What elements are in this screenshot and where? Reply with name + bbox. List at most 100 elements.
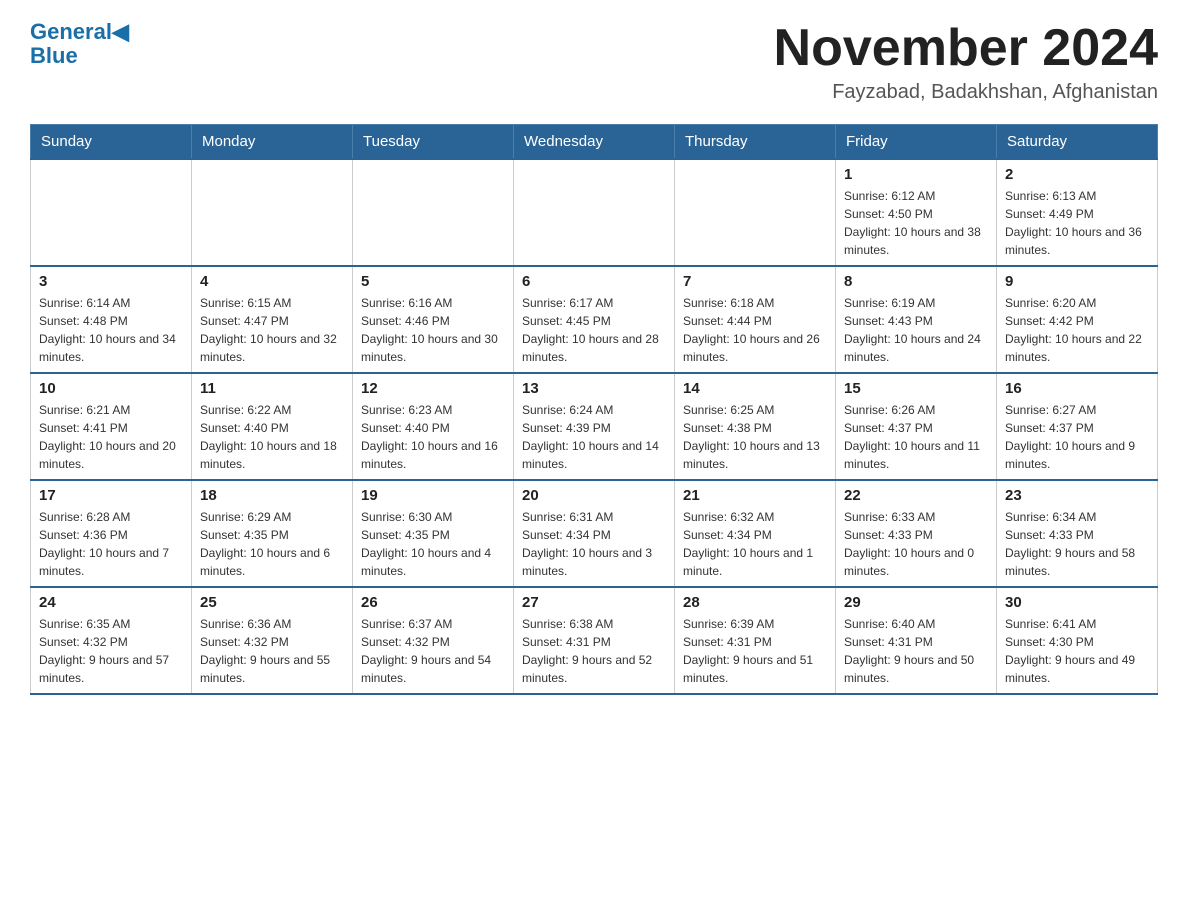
- day-info: Sunrise: 6:25 AMSunset: 4:38 PMDaylight:…: [683, 401, 827, 473]
- calendar-cell: 19 Sunrise: 6:30 AMSunset: 4:35 PMDayligh…: [353, 480, 514, 587]
- calendar-cell: 21 Sunrise: 6:32 AMSunset: 4:34 PMDayligh…: [675, 480, 836, 587]
- header-thursday: Thursday: [675, 125, 836, 160]
- day-number: 11: [200, 380, 344, 397]
- header-friday: Friday: [836, 125, 997, 160]
- calendar-cell: 8 Sunrise: 6:19 AMSunset: 4:43 PMDaylight…: [836, 266, 997, 373]
- title-block: November 2024 Fayzabad, Badakhshan, Afgh…: [774, 20, 1158, 104]
- header-monday: Monday: [192, 125, 353, 160]
- day-info: Sunrise: 6:15 AMSunset: 4:47 PMDaylight:…: [200, 294, 344, 366]
- day-number: 20: [522, 487, 666, 504]
- calendar-cell: [353, 159, 514, 266]
- day-number: 16: [1005, 380, 1149, 397]
- day-info: Sunrise: 6:30 AMSunset: 4:35 PMDaylight:…: [361, 508, 505, 580]
- day-info: Sunrise: 6:16 AMSunset: 4:46 PMDaylight:…: [361, 294, 505, 366]
- day-info: Sunrise: 6:33 AMSunset: 4:33 PMDaylight:…: [844, 508, 988, 580]
- day-info: Sunrise: 6:20 AMSunset: 4:42 PMDaylight:…: [1005, 294, 1149, 366]
- calendar-cell: 25 Sunrise: 6:36 AMSunset: 4:32 PMDayligh…: [192, 587, 353, 694]
- day-info: Sunrise: 6:40 AMSunset: 4:31 PMDaylight:…: [844, 615, 988, 687]
- day-number: 24: [39, 594, 183, 611]
- logo-blue: Blue: [30, 44, 78, 68]
- day-info: Sunrise: 6:38 AMSunset: 4:31 PMDaylight:…: [522, 615, 666, 687]
- calendar-cell: 23Sunrise: 6:34 AMSunset: 4:33 PMDayligh…: [997, 480, 1158, 587]
- day-number: 21: [683, 487, 827, 504]
- calendar-title: November 2024: [774, 20, 1158, 77]
- week-row-3: 10 Sunrise: 6:21 AMSunset: 4:41 PMDayligh…: [31, 373, 1158, 480]
- day-info: Sunrise: 6:22 AMSunset: 4:40 PMDaylight:…: [200, 401, 344, 473]
- day-number: 27: [522, 594, 666, 611]
- day-info: Sunrise: 6:32 AMSunset: 4:34 PMDaylight:…: [683, 508, 827, 580]
- calendar-cell: 18Sunrise: 6:29 AMSunset: 4:35 PMDayligh…: [192, 480, 353, 587]
- day-info: Sunrise: 6:12 AMSunset: 4:50 PMDaylight:…: [844, 187, 988, 259]
- day-info: Sunrise: 6:37 AMSunset: 4:32 PMDaylight:…: [361, 615, 505, 687]
- logo-general: General: [30, 19, 112, 44]
- week-row-5: 24 Sunrise: 6:35 AMSunset: 4:32 PMDayligh…: [31, 587, 1158, 694]
- header-tuesday: Tuesday: [353, 125, 514, 160]
- calendar-cell: 9 Sunrise: 6:20 AMSunset: 4:42 PMDaylight…: [997, 266, 1158, 373]
- day-number: 3: [39, 273, 183, 290]
- day-info: Sunrise: 6:36 AMSunset: 4:32 PMDaylight:…: [200, 615, 344, 687]
- calendar-cell: 4 Sunrise: 6:15 AMSunset: 4:47 PMDaylight…: [192, 266, 353, 373]
- day-number: 14: [683, 380, 827, 397]
- weekday-header-row: Sunday Monday Tuesday Wednesday Thursday…: [31, 125, 1158, 160]
- day-number: 2: [1005, 166, 1149, 183]
- day-number: 22: [844, 487, 988, 504]
- day-number: 25: [200, 594, 344, 611]
- day-number: 28: [683, 594, 827, 611]
- calendar-cell: 7 Sunrise: 6:18 AMSunset: 4:44 PMDaylight…: [675, 266, 836, 373]
- day-number: 19: [361, 487, 505, 504]
- calendar-cell: 28 Sunrise: 6:39 AMSunset: 4:31 PMDayligh…: [675, 587, 836, 694]
- day-info: Sunrise: 6:21 AMSunset: 4:41 PMDaylight:…: [39, 401, 183, 473]
- calendar-cell: 20Sunrise: 6:31 AMSunset: 4:34 PMDayligh…: [514, 480, 675, 587]
- calendar-cell: 3Sunrise: 6:14 AMSunset: 4:48 PMDaylight…: [31, 266, 192, 373]
- calendar-subtitle: Fayzabad, Badakhshan, Afghanistan: [774, 81, 1158, 104]
- header-saturday: Saturday: [997, 125, 1158, 160]
- calendar-cell: 30Sunrise: 6:41 AMSunset: 4:30 PMDayligh…: [997, 587, 1158, 694]
- calendar-cell: 16 Sunrise: 6:27 AMSunset: 4:37 PMDayligh…: [997, 373, 1158, 480]
- calendar-cell: 13 Sunrise: 6:24 AMSunset: 4:39 PMDayligh…: [514, 373, 675, 480]
- day-number: 18: [200, 487, 344, 504]
- calendar-cell: 1 Sunrise: 6:12 AMSunset: 4:50 PMDaylight…: [836, 159, 997, 266]
- day-number: 9: [1005, 273, 1149, 290]
- calendar-body: 1 Sunrise: 6:12 AMSunset: 4:50 PMDaylight…: [31, 159, 1158, 694]
- day-number: 13: [522, 380, 666, 397]
- calendar-cell: 14 Sunrise: 6:25 AMSunset: 4:38 PMDayligh…: [675, 373, 836, 480]
- day-info: Sunrise: 6:39 AMSunset: 4:31 PMDaylight:…: [683, 615, 827, 687]
- day-number: 10: [39, 380, 183, 397]
- calendar-cell: 5Sunrise: 6:16 AMSunset: 4:46 PMDaylight…: [353, 266, 514, 373]
- day-info: Sunrise: 6:28 AMSunset: 4:36 PMDaylight:…: [39, 508, 183, 580]
- day-info: Sunrise: 6:27 AMSunset: 4:37 PMDaylight:…: [1005, 401, 1149, 473]
- day-info: Sunrise: 6:26 AMSunset: 4:37 PMDaylight:…: [844, 401, 988, 473]
- calendar-header: Sunday Monday Tuesday Wednesday Thursday…: [31, 125, 1158, 160]
- day-info: Sunrise: 6:35 AMSunset: 4:32 PMDaylight:…: [39, 615, 183, 687]
- calendar-cell: [31, 159, 192, 266]
- day-number: 7: [683, 273, 827, 290]
- calendar-cell: 27 Sunrise: 6:38 AMSunset: 4:31 PMDayligh…: [514, 587, 675, 694]
- day-number: 1: [844, 166, 988, 183]
- week-row-4: 17Sunrise: 6:28 AMSunset: 4:36 PMDayligh…: [31, 480, 1158, 587]
- day-number: 26: [361, 594, 505, 611]
- calendar-cell: 2Sunrise: 6:13 AMSunset: 4:49 PMDaylight…: [997, 159, 1158, 266]
- calendar-cell: 17Sunrise: 6:28 AMSunset: 4:36 PMDayligh…: [31, 480, 192, 587]
- calendar-cell: [192, 159, 353, 266]
- logo: General◀ Blue: [30, 20, 129, 68]
- day-info: Sunrise: 6:24 AMSunset: 4:39 PMDaylight:…: [522, 401, 666, 473]
- day-info: Sunrise: 6:18 AMSunset: 4:44 PMDaylight:…: [683, 294, 827, 366]
- header-wednesday: Wednesday: [514, 125, 675, 160]
- calendar-cell: 29 Sunrise: 6:40 AMSunset: 4:31 PMDayligh…: [836, 587, 997, 694]
- day-number: 4: [200, 273, 344, 290]
- week-row-1: 1 Sunrise: 6:12 AMSunset: 4:50 PMDaylight…: [31, 159, 1158, 266]
- calendar-cell: 22 Sunrise: 6:33 AMSunset: 4:33 PMDayligh…: [836, 480, 997, 587]
- day-number: 8: [844, 273, 988, 290]
- day-info: Sunrise: 6:19 AMSunset: 4:43 PMDaylight:…: [844, 294, 988, 366]
- calendar-table: Sunday Monday Tuesday Wednesday Thursday…: [30, 124, 1158, 695]
- day-info: Sunrise: 6:34 AMSunset: 4:33 PMDaylight:…: [1005, 508, 1149, 580]
- day-number: 29: [844, 594, 988, 611]
- calendar-cell: 11 Sunrise: 6:22 AMSunset: 4:40 PMDayligh…: [192, 373, 353, 480]
- day-number: 30: [1005, 594, 1149, 611]
- week-row-2: 3Sunrise: 6:14 AMSunset: 4:48 PMDaylight…: [31, 266, 1158, 373]
- calendar-cell: 15Sunrise: 6:26 AMSunset: 4:37 PMDayligh…: [836, 373, 997, 480]
- day-info: Sunrise: 6:17 AMSunset: 4:45 PMDaylight:…: [522, 294, 666, 366]
- page-header: General◀ Blue November 2024 Fayzabad, Ba…: [30, 20, 1158, 104]
- day-info: Sunrise: 6:23 AMSunset: 4:40 PMDaylight:…: [361, 401, 505, 473]
- calendar-cell: 12Sunrise: 6:23 AMSunset: 4:40 PMDayligh…: [353, 373, 514, 480]
